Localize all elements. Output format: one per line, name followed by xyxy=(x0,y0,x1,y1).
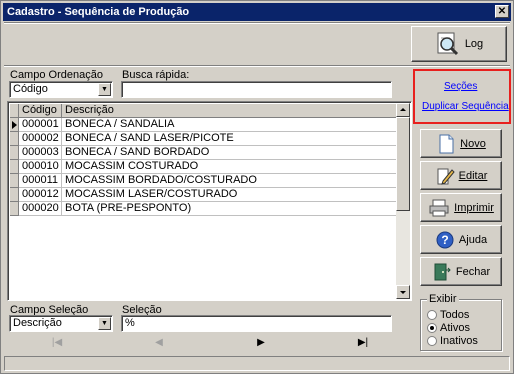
exit-door-icon xyxy=(434,263,451,280)
log-button[interactable]: Log xyxy=(411,26,507,62)
toolbar-separator xyxy=(4,65,510,67)
cell-codigo[interactable]: 000011 xyxy=(19,174,62,188)
nav-first-button[interactable]: |◀ xyxy=(47,337,67,348)
exibir-group: Exibir Todos Ativos Inativos xyxy=(420,293,502,351)
table-row[interactable]: 000001 BONECA / SANDALIA xyxy=(10,118,397,132)
new-document-icon xyxy=(439,134,454,153)
row-indicator xyxy=(10,174,19,188)
editar-label: Editar xyxy=(458,169,488,182)
grid-header-indicator xyxy=(10,104,19,118)
ajuda-label: Ajuda xyxy=(458,233,488,246)
cell-codigo[interactable]: 000020 xyxy=(19,202,62,216)
chevron-down-icon[interactable]: ▼ xyxy=(98,83,111,96)
nav-next-button[interactable]: ▶ xyxy=(251,337,271,348)
printer-icon xyxy=(429,199,449,216)
fechar-label: Fechar xyxy=(455,265,491,278)
cell-descricao[interactable]: MOCASSIM LASER/COSTURADO xyxy=(62,188,397,202)
radio-inativos-label: Inativos xyxy=(440,335,478,347)
row-indicator xyxy=(10,188,19,202)
campo-ordenacao-value: Código xyxy=(13,83,48,95)
table-row[interactable]: 000020 BOTA (PRE-PESPONTO) xyxy=(10,202,397,216)
selecao-input[interactable]: % xyxy=(121,315,392,332)
row-indicator xyxy=(10,118,19,132)
busca-rapida-input[interactable] xyxy=(121,81,392,98)
radio-todos-circle[interactable] xyxy=(427,310,437,320)
scroll-down-button[interactable] xyxy=(396,285,410,299)
row-indicator xyxy=(10,146,19,160)
grid-vertical-scrollbar[interactable] xyxy=(396,103,410,299)
cell-descricao[interactable]: MOCASSIM COSTURADO xyxy=(62,160,397,174)
cell-descricao[interactable]: BONECA / SAND LASER/PICOTE xyxy=(62,132,397,146)
cell-codigo[interactable]: 000010 xyxy=(19,160,62,174)
close-button[interactable]: ✕ xyxy=(495,5,509,18)
novo-button[interactable]: Novo xyxy=(420,129,502,158)
radio-todos-label: Todos xyxy=(440,309,470,321)
campo-selecao-value: Descrição xyxy=(13,317,62,329)
status-bar xyxy=(4,356,510,371)
table-row[interactable]: 000012 MOCASSIM LASER/COSTURADO xyxy=(10,188,397,202)
top-separator xyxy=(4,22,510,24)
table-row[interactable]: 000002 BONECA / SAND LASER/PICOTE xyxy=(10,132,397,146)
radio-ativos-label: Ativos xyxy=(440,322,470,334)
current-row-pointer-icon xyxy=(12,121,17,129)
fechar-button[interactable]: Fechar xyxy=(420,257,502,286)
radio-inativos-circle[interactable] xyxy=(427,336,437,346)
radio-todos[interactable]: Todos xyxy=(427,309,469,321)
busca-rapida-label: Busca rápida: xyxy=(122,69,190,81)
row-indicator xyxy=(10,202,19,216)
magnifier-document-icon xyxy=(437,32,458,56)
grid-header: Código Descrição xyxy=(10,104,397,118)
radio-ativos[interactable]: Ativos xyxy=(427,322,470,334)
campo-ordenacao-label: Campo Ordenação xyxy=(10,69,103,81)
table-row[interactable]: 000011 MOCASSIM BORDADO/COSTURADO xyxy=(10,174,397,188)
column-header-codigo[interactable]: Código xyxy=(19,104,62,118)
row-indicator xyxy=(10,160,19,174)
title-bar: Cadastro - Sequência de Produção ✕ xyxy=(3,3,511,21)
links-highlight-box: Seções Duplicar Sequência xyxy=(413,69,511,124)
table-row[interactable]: 000010 MOCASSIM COSTURADO xyxy=(10,160,397,174)
campo-ordenacao-select[interactable]: Código ▼ xyxy=(9,81,113,98)
help-icon: ? xyxy=(436,231,454,248)
radio-inativos[interactable]: Inativos xyxy=(427,335,478,347)
exibir-label: Exibir xyxy=(427,293,459,305)
row-indicator xyxy=(10,132,19,146)
edit-pencil-icon xyxy=(437,168,455,185)
column-header-descricao[interactable]: Descrição xyxy=(62,104,397,118)
chevron-down-icon[interactable]: ▼ xyxy=(98,317,111,330)
secoes-link[interactable]: Seções xyxy=(444,81,477,92)
record-navigator: |◀ ◀ ▶ ▶| xyxy=(1,337,411,351)
sequencias-grid[interactable]: Código Descrição 000001 BONECA / SANDALIA… xyxy=(7,101,412,301)
nav-last-button[interactable]: ▶| xyxy=(353,337,373,348)
novo-label: Novo xyxy=(460,137,486,150)
cell-descricao[interactable]: BONECA / SAND BORDADO xyxy=(62,146,397,160)
campo-selecao-select[interactable]: Descrição ▼ xyxy=(9,315,113,332)
cell-descricao[interactable]: BONECA / SANDALIA xyxy=(62,118,397,132)
imprimir-button[interactable]: Imprimir xyxy=(420,193,502,222)
imprimir-label: Imprimir xyxy=(454,201,494,214)
cell-codigo[interactable]: 000002 xyxy=(19,132,62,146)
nav-prev-button[interactable]: ◀ xyxy=(149,337,169,348)
cell-descricao[interactable]: BOTA (PRE-PESPONTO) xyxy=(62,202,397,216)
cell-descricao[interactable]: MOCASSIM BORDADO/COSTURADO xyxy=(62,174,397,188)
scroll-thumb[interactable] xyxy=(396,117,410,211)
cell-codigo[interactable]: 000012 xyxy=(19,188,62,202)
window-title: Cadastro - Sequência de Produção xyxy=(7,6,190,18)
cell-codigo[interactable]: 000001 xyxy=(19,118,62,132)
log-label: Log xyxy=(464,38,484,50)
cell-codigo[interactable]: 000003 xyxy=(19,146,62,160)
scroll-up-button[interactable] xyxy=(396,103,410,117)
radio-ativos-circle[interactable] xyxy=(427,323,437,333)
ajuda-button[interactable]: ? Ajuda xyxy=(420,225,502,254)
duplicar-sequencia-link[interactable]: Duplicar Sequência xyxy=(422,101,509,112)
table-row[interactable]: 000003 BONECA / SAND BORDADO xyxy=(10,146,397,160)
cadastro-window: Cadastro - Sequência de Produção ✕ Log C… xyxy=(0,0,514,374)
svg-text:?: ? xyxy=(441,233,448,247)
editar-button[interactable]: Editar xyxy=(420,161,502,190)
